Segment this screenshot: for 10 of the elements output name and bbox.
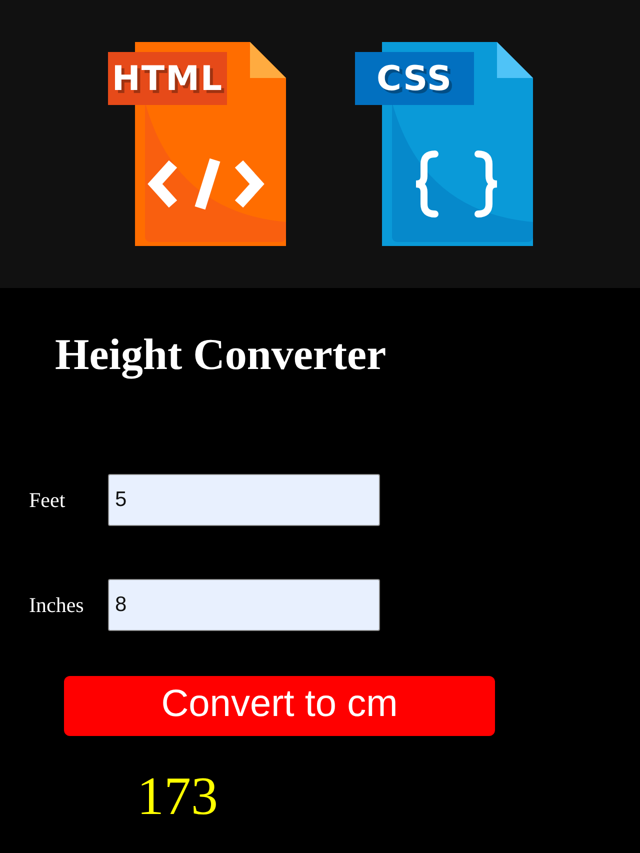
input-field[interactable]: 5	[108, 474, 380, 526]
field-label: Inches	[28, 592, 85, 618]
page-title: Height Converter	[55, 330, 388, 380]
file-type-label: CSS	[355, 52, 474, 105]
input-field[interactable]: 8	[108, 579, 380, 631]
convert-button[interactable]: Convert to cm	[64, 676, 495, 736]
field-label: Feet	[28, 488, 66, 512]
file-type-label: HTML	[108, 52, 227, 105]
result-value: 173	[137, 766, 218, 826]
code-brackets-icon	[148, 158, 264, 210]
